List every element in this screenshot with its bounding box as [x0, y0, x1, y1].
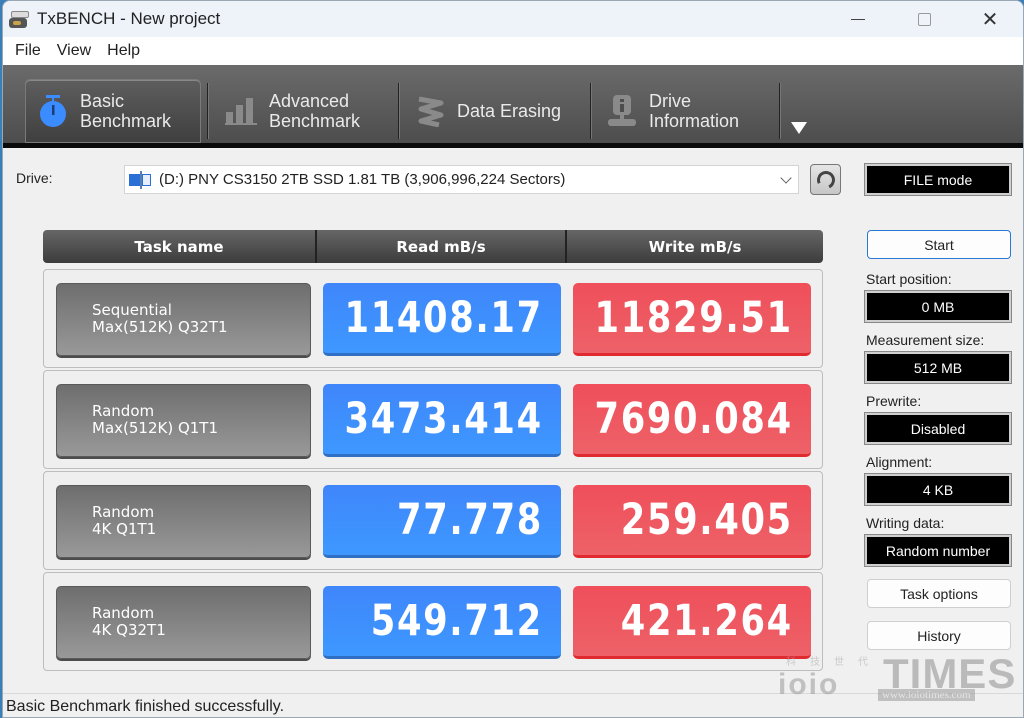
minimize-button[interactable] — [825, 1, 891, 37]
result-row-random-4k-q32t1: Random 4K Q32T1 549.712 421.264 — [43, 572, 823, 671]
window-title: TxBENCH - New project — [37, 9, 221, 28]
mode-indicator: FILE mode — [864, 163, 1012, 196]
tab-data-erasing[interactable]: Data Erasing — [403, 79, 561, 143]
maximize-icon — [917, 12, 931, 26]
read-result: 549.712 — [323, 586, 561, 659]
read-value: 3473.414 — [344, 394, 543, 444]
tab-divider — [779, 83, 781, 139]
tab-divider — [590, 83, 592, 139]
task-name-line2: 4K Q32T1 — [92, 621, 166, 639]
menu-bar: File View Help — [3, 37, 1023, 65]
main-toolbar: Basic Benchmark Advanced Benchmark Data … — [3, 65, 1023, 148]
refresh-icon — [813, 167, 838, 192]
tab-erasing-label: Data Erasing — [457, 101, 562, 121]
writing-data-value: Random number — [864, 534, 1012, 567]
tab-advanced-line1: Advanced — [269, 91, 350, 111]
write-result: 259.405 — [573, 485, 811, 558]
write-value: 421.264 — [620, 596, 793, 646]
window-controls: ✕ — [825, 1, 1023, 37]
result-row-random-512k: Random Max(512K) Q1T1 3473.414 7690.084 — [43, 370, 823, 469]
tab-drive-information[interactable]: Drive Information — [595, 79, 739, 143]
menu-help[interactable]: Help — [99, 42, 148, 60]
menu-view[interactable]: View — [49, 42, 99, 60]
header-write: Write mB/s — [565, 230, 823, 263]
drive-info-icon — [608, 95, 636, 126]
task-name-line2: Max(512K) Q1T1 — [92, 419, 219, 437]
title-bar: TxBENCH - New project ✕ — [3, 1, 1023, 37]
tab-basic-line2: Benchmark — [80, 111, 172, 131]
alignment-label: Alignment: — [866, 454, 933, 470]
bar-chart-icon — [225, 98, 257, 125]
prewrite-label: Prewrite: — [866, 393, 922, 409]
tab-drive-line2: Information — [649, 111, 740, 131]
write-result: 7690.084 — [573, 384, 811, 457]
drive-select-value: (D:) PNY CS3150 2TB SSD 1.81 TB (3,906,9… — [159, 171, 566, 188]
close-icon: ✕ — [981, 7, 999, 31]
start-button[interactable]: Start — [867, 230, 1011, 259]
task-name-line2: 4K Q1T1 — [92, 520, 157, 538]
measurement-size-label: Measurement size: — [866, 332, 985, 348]
tab-advanced-benchmark[interactable]: Advanced Benchmark — [213, 79, 360, 143]
write-result: 421.264 — [573, 586, 811, 659]
chevron-down-icon — [780, 172, 792, 184]
task-name-line2: Max(512K) Q32T1 — [92, 318, 228, 336]
read-value: 549.712 — [370, 596, 543, 646]
drive-icon — [129, 170, 153, 189]
write-value: 7690.084 — [594, 394, 793, 444]
task-button[interactable]: Random 4K Q32T1 — [56, 586, 311, 659]
task-button[interactable]: Sequential Max(512K) Q32T1 — [56, 283, 311, 356]
drive-label: Drive: — [16, 170, 53, 186]
start-position-label: Start position: — [866, 271, 952, 287]
tab-divider — [207, 83, 209, 139]
watermark-brand: TIMES — [883, 650, 1017, 697]
maximize-button[interactable] — [891, 1, 957, 37]
task-options-button[interactable]: Task options — [867, 579, 1011, 608]
settings-panel: FILE mode Start Start position: 0 MB Mea… — [864, 163, 1013, 650]
tab-drive-line1: Drive — [649, 91, 692, 111]
task-button[interactable]: Random Max(512K) Q1T1 — [56, 384, 311, 457]
read-value: 77.778 — [397, 495, 543, 545]
write-value: 11829.51 — [594, 293, 793, 343]
eraser-icon — [418, 96, 444, 127]
status-bar: Basic Benchmark finished successfully. — [3, 693, 1023, 717]
write-result: 11829.51 — [573, 283, 811, 356]
tab-advanced-line2: Benchmark — [269, 111, 361, 131]
prewrite-value: Disabled — [864, 412, 1012, 445]
result-row-sequential: Sequential Max(512K) Q32T1 11408.17 1182… — [43, 269, 823, 368]
read-result: 11408.17 — [323, 283, 561, 356]
tab-divider — [398, 83, 400, 139]
tab-basic-line1: Basic — [80, 91, 125, 111]
measurement-size-value: 512 MB — [864, 351, 1012, 384]
drive-select[interactable]: (D:) PNY CS3150 2TB SSD 1.81 TB (3,906,9… — [124, 165, 799, 194]
header-task-name: Task name — [134, 237, 224, 256]
more-tabs-dropdown-icon[interactable] — [791, 122, 807, 134]
stopwatch-icon — [40, 95, 66, 127]
results-table-header: Task name Read mB/s Write mB/s — [43, 230, 823, 263]
writing-data-label: Writing data: — [866, 515, 945, 531]
minimize-icon — [851, 18, 865, 20]
read-value: 11408.17 — [344, 293, 543, 343]
history-button[interactable]: History — [867, 621, 1011, 650]
read-result: 3473.414 — [323, 384, 561, 457]
header-read: Read mB/s — [315, 230, 565, 263]
menu-file[interactable]: File — [7, 42, 49, 60]
task-name-line1: Random — [92, 402, 155, 420]
close-button[interactable]: ✕ — [957, 1, 1023, 37]
task-button[interactable]: Random 4K Q1T1 — [56, 485, 311, 558]
read-result: 77.778 — [323, 485, 561, 558]
app-icon — [9, 9, 31, 29]
task-name-line1: Random — [92, 503, 155, 521]
app-window: TxBENCH - New project ✕ File View Help B… — [2, 0, 1024, 718]
task-name-line1: Random — [92, 604, 155, 622]
tab-basic-benchmark[interactable]: Basic Benchmark — [25, 79, 201, 143]
task-name-line1: Sequential — [92, 301, 172, 319]
write-value: 259.405 — [620, 495, 793, 545]
start-position-value: 0 MB — [864, 290, 1012, 323]
refresh-drives-button[interactable] — [810, 164, 841, 195]
alignment-value: 4 KB — [864, 473, 1012, 506]
result-row-random-4k-q1t1: Random 4K Q1T1 77.778 259.405 — [43, 471, 823, 570]
